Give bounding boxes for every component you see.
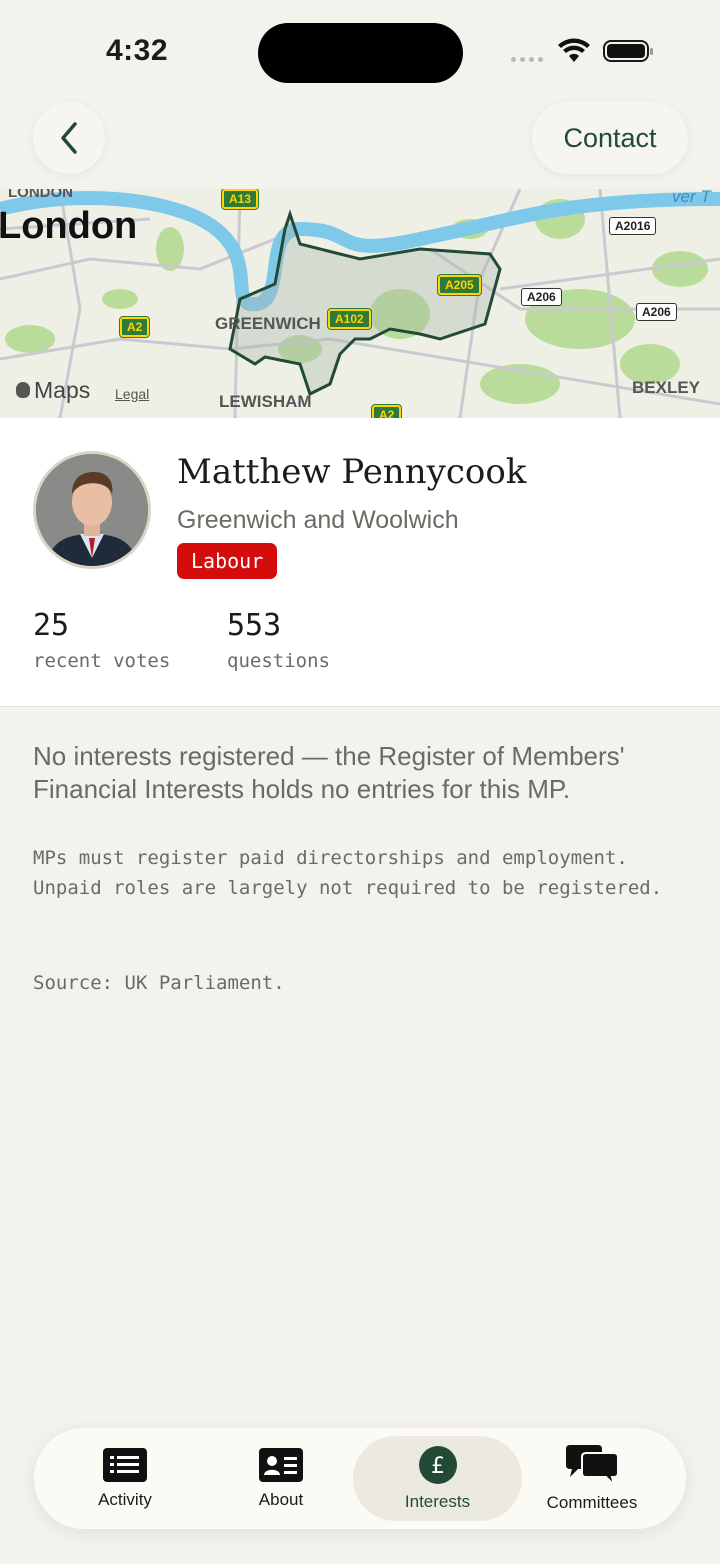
road-shield-a2016: A2016 bbox=[609, 217, 657, 235]
mp-avatar bbox=[33, 451, 151, 569]
stat-questions-label: questions bbox=[227, 650, 330, 672]
dynamic-island bbox=[258, 23, 463, 83]
map-label-river: ver T bbox=[672, 189, 711, 206]
mp-constituency: Greenwich and Woolwich bbox=[177, 506, 459, 534]
road-shield-a13: A13 bbox=[220, 189, 260, 210]
status-time: 4:32 bbox=[106, 34, 169, 67]
cellular-signal-icon bbox=[511, 57, 543, 62]
map-label-greenwich: GREENWICH bbox=[215, 314, 321, 333]
stat-recent-votes-label: recent votes bbox=[33, 650, 171, 672]
tab-committees[interactable]: Committees bbox=[531, 1428, 653, 1529]
mp-name: Matthew Pennycook bbox=[177, 452, 527, 492]
map-label-london: London bbox=[0, 205, 138, 247]
maps-attribution: Maps bbox=[16, 377, 90, 404]
map-label-london-small: LONDON bbox=[8, 189, 73, 201]
mp-profile-card: Matthew Pennycook Greenwich and Woolwich… bbox=[0, 418, 720, 707]
road-shield-a206-b: A206 bbox=[636, 303, 677, 321]
chevron-left-icon bbox=[61, 122, 77, 154]
tab-committees-label: Committees bbox=[546, 1492, 638, 1512]
tab-bar: Activity About £ Interests Committees bbox=[34, 1428, 686, 1529]
road-shield-a205: A205 bbox=[437, 274, 482, 296]
road-shield-a2-bottom: A2 bbox=[370, 404, 403, 418]
map-label-bexley: BEXLEY bbox=[632, 378, 701, 397]
chat-bubbles-icon bbox=[566, 1444, 619, 1485]
maps-attribution-label: Maps bbox=[34, 377, 91, 403]
battery-icon bbox=[603, 40, 653, 62]
pound-icon: £ bbox=[418, 1445, 457, 1484]
stat-questions-value: 553 bbox=[227, 608, 282, 643]
road-shield-a102: A102 bbox=[327, 308, 372, 330]
tab-activity[interactable]: Activity bbox=[64, 1428, 186, 1529]
map-label-lewisham: LEWISHAM bbox=[219, 392, 312, 411]
tab-interests[interactable]: £ Interests bbox=[353, 1436, 522, 1521]
wifi-icon bbox=[558, 38, 590, 62]
mp-portrait bbox=[36, 454, 148, 566]
constituency-map[interactable]: LONDON London ver T GREENWICH LEWISHAM B… bbox=[0, 189, 720, 418]
tab-about[interactable]: About bbox=[220, 1428, 342, 1529]
interests-rules-note: MPs must register paid directorships and… bbox=[33, 847, 663, 899]
stat-recent-votes-value: 25 bbox=[33, 608, 70, 643]
party-badge: Labour bbox=[177, 543, 278, 579]
interests-empty-message: No interests registered — the Register o… bbox=[33, 741, 625, 804]
back-button[interactable] bbox=[33, 102, 105, 174]
list-icon bbox=[103, 1447, 147, 1482]
road-shield-a2-left: A2 bbox=[118, 316, 151, 338]
tab-about-label: About bbox=[258, 1489, 304, 1509]
id-card-icon bbox=[259, 1447, 303, 1482]
svg-text:£: £ bbox=[431, 1454, 445, 1479]
road-shield-a206-a: A206 bbox=[521, 288, 562, 306]
tab-interests-label: Interests bbox=[404, 1491, 471, 1511]
status-bar: 4:32 bbox=[0, 0, 720, 100]
interests-source: Source: UK Parliament. bbox=[33, 972, 285, 994]
tab-activity-label: Activity bbox=[98, 1489, 152, 1509]
contact-button[interactable]: Contact bbox=[532, 102, 688, 174]
legal-link[interactable]: Legal bbox=[115, 386, 149, 402]
apple-logo-icon bbox=[16, 382, 30, 398]
